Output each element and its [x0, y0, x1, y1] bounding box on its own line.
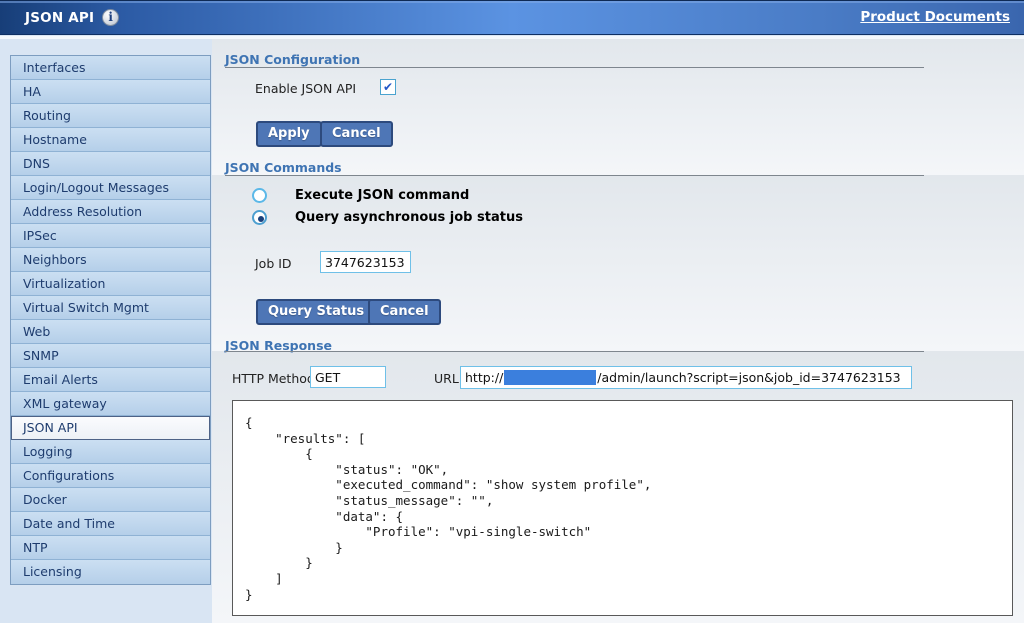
sidebar-item-email-alerts[interactable]: Email Alerts	[11, 368, 210, 392]
query-job-status-radio[interactable]	[252, 210, 267, 225]
sidebar-item-licensing[interactable]: Licensing	[11, 560, 210, 584]
sidebar-item-json-api[interactable]: JSON API	[11, 416, 210, 440]
sidebar-item-logging[interactable]: Logging	[11, 440, 210, 464]
job-id-input[interactable]	[320, 251, 411, 273]
section-rule	[225, 351, 924, 352]
enable-json-api-label: Enable JSON API	[255, 81, 356, 96]
execute-json-command-label[interactable]: Execute JSON command	[295, 188, 469, 203]
http-method-input[interactable]	[310, 366, 386, 388]
section-rule	[225, 175, 924, 176]
url-prefix: http://	[465, 370, 503, 385]
sidebar-item-ntp[interactable]: NTP	[11, 536, 210, 560]
cancel-button-configuration[interactable]: Cancel	[320, 121, 393, 147]
execute-json-command-radio[interactable]	[252, 188, 267, 203]
http-method-label: HTTP Method:	[232, 371, 319, 386]
sidebar-item-configurations[interactable]: Configurations	[11, 464, 210, 488]
sidebar-item-login-logout-messages[interactable]: Login/Logout Messages	[11, 176, 210, 200]
sidebar-item-routing[interactable]: Routing	[11, 104, 210, 128]
sidebar-item-dns[interactable]: DNS	[11, 152, 210, 176]
job-id-label: Job ID	[255, 256, 292, 271]
sidebar-item-docker[interactable]: Docker	[11, 488, 210, 512]
sidebar-item-ha[interactable]: HA	[11, 80, 210, 104]
page: JSON API i Product Documents InterfacesH…	[0, 0, 1024, 623]
url-redaction-block	[504, 370, 596, 385]
sidebar-item-neighbors[interactable]: Neighbors	[11, 248, 210, 272]
section-rule	[225, 67, 924, 68]
apply-button[interactable]: Apply	[256, 121, 322, 147]
json-response-text: { "results": [ { "status": "OK", "execut…	[233, 401, 1012, 602]
info-icon[interactable]: i	[102, 9, 119, 26]
sidebar-item-snmp[interactable]: SNMP	[11, 344, 210, 368]
sidebar-item-ipsec[interactable]: IPSec	[11, 224, 210, 248]
sidebar: InterfacesHARoutingHostnameDNSLogin/Logo…	[10, 55, 211, 585]
sidebar-item-hostname[interactable]: Hostname	[11, 128, 210, 152]
sidebar-item-virtualization[interactable]: Virtualization	[11, 272, 210, 296]
query-status-button[interactable]: Query Status	[256, 299, 376, 325]
section-title-json-configuration: JSON Configuration	[225, 52, 360, 67]
sidebar-item-interfaces[interactable]: Interfaces	[11, 56, 210, 80]
url-suffix: /admin/launch?script=json&job_id=3747623…	[597, 370, 900, 385]
sidebar-item-date-and-time[interactable]: Date and Time	[11, 512, 210, 536]
sidebar-item-address-resolution[interactable]: Address Resolution	[11, 200, 210, 224]
product-documents-link[interactable]: Product Documents	[860, 9, 1010, 25]
json-response-box: { "results": [ { "status": "OK", "execut…	[232, 400, 1013, 616]
sidebar-item-web[interactable]: Web	[11, 320, 210, 344]
sidebar-item-xml-gateway[interactable]: XML gateway	[11, 392, 210, 416]
page-title: JSON API	[25, 10, 94, 26]
url-input[interactable]: http:// /admin/launch?script=json&job_id…	[460, 366, 912, 389]
url-label: URL:	[434, 371, 463, 386]
section-title-json-commands: JSON Commands	[225, 160, 342, 175]
enable-json-api-checkbox[interactable]: ✔	[380, 79, 396, 95]
sidebar-item-virtual-switch-mgmt[interactable]: Virtual Switch Mgmt	[11, 296, 210, 320]
query-job-status-label[interactable]: Query asynchronous job status	[295, 210, 523, 225]
header-bar: JSON API i Product Documents	[0, 0, 1024, 35]
cancel-button-commands[interactable]: Cancel	[368, 299, 441, 325]
